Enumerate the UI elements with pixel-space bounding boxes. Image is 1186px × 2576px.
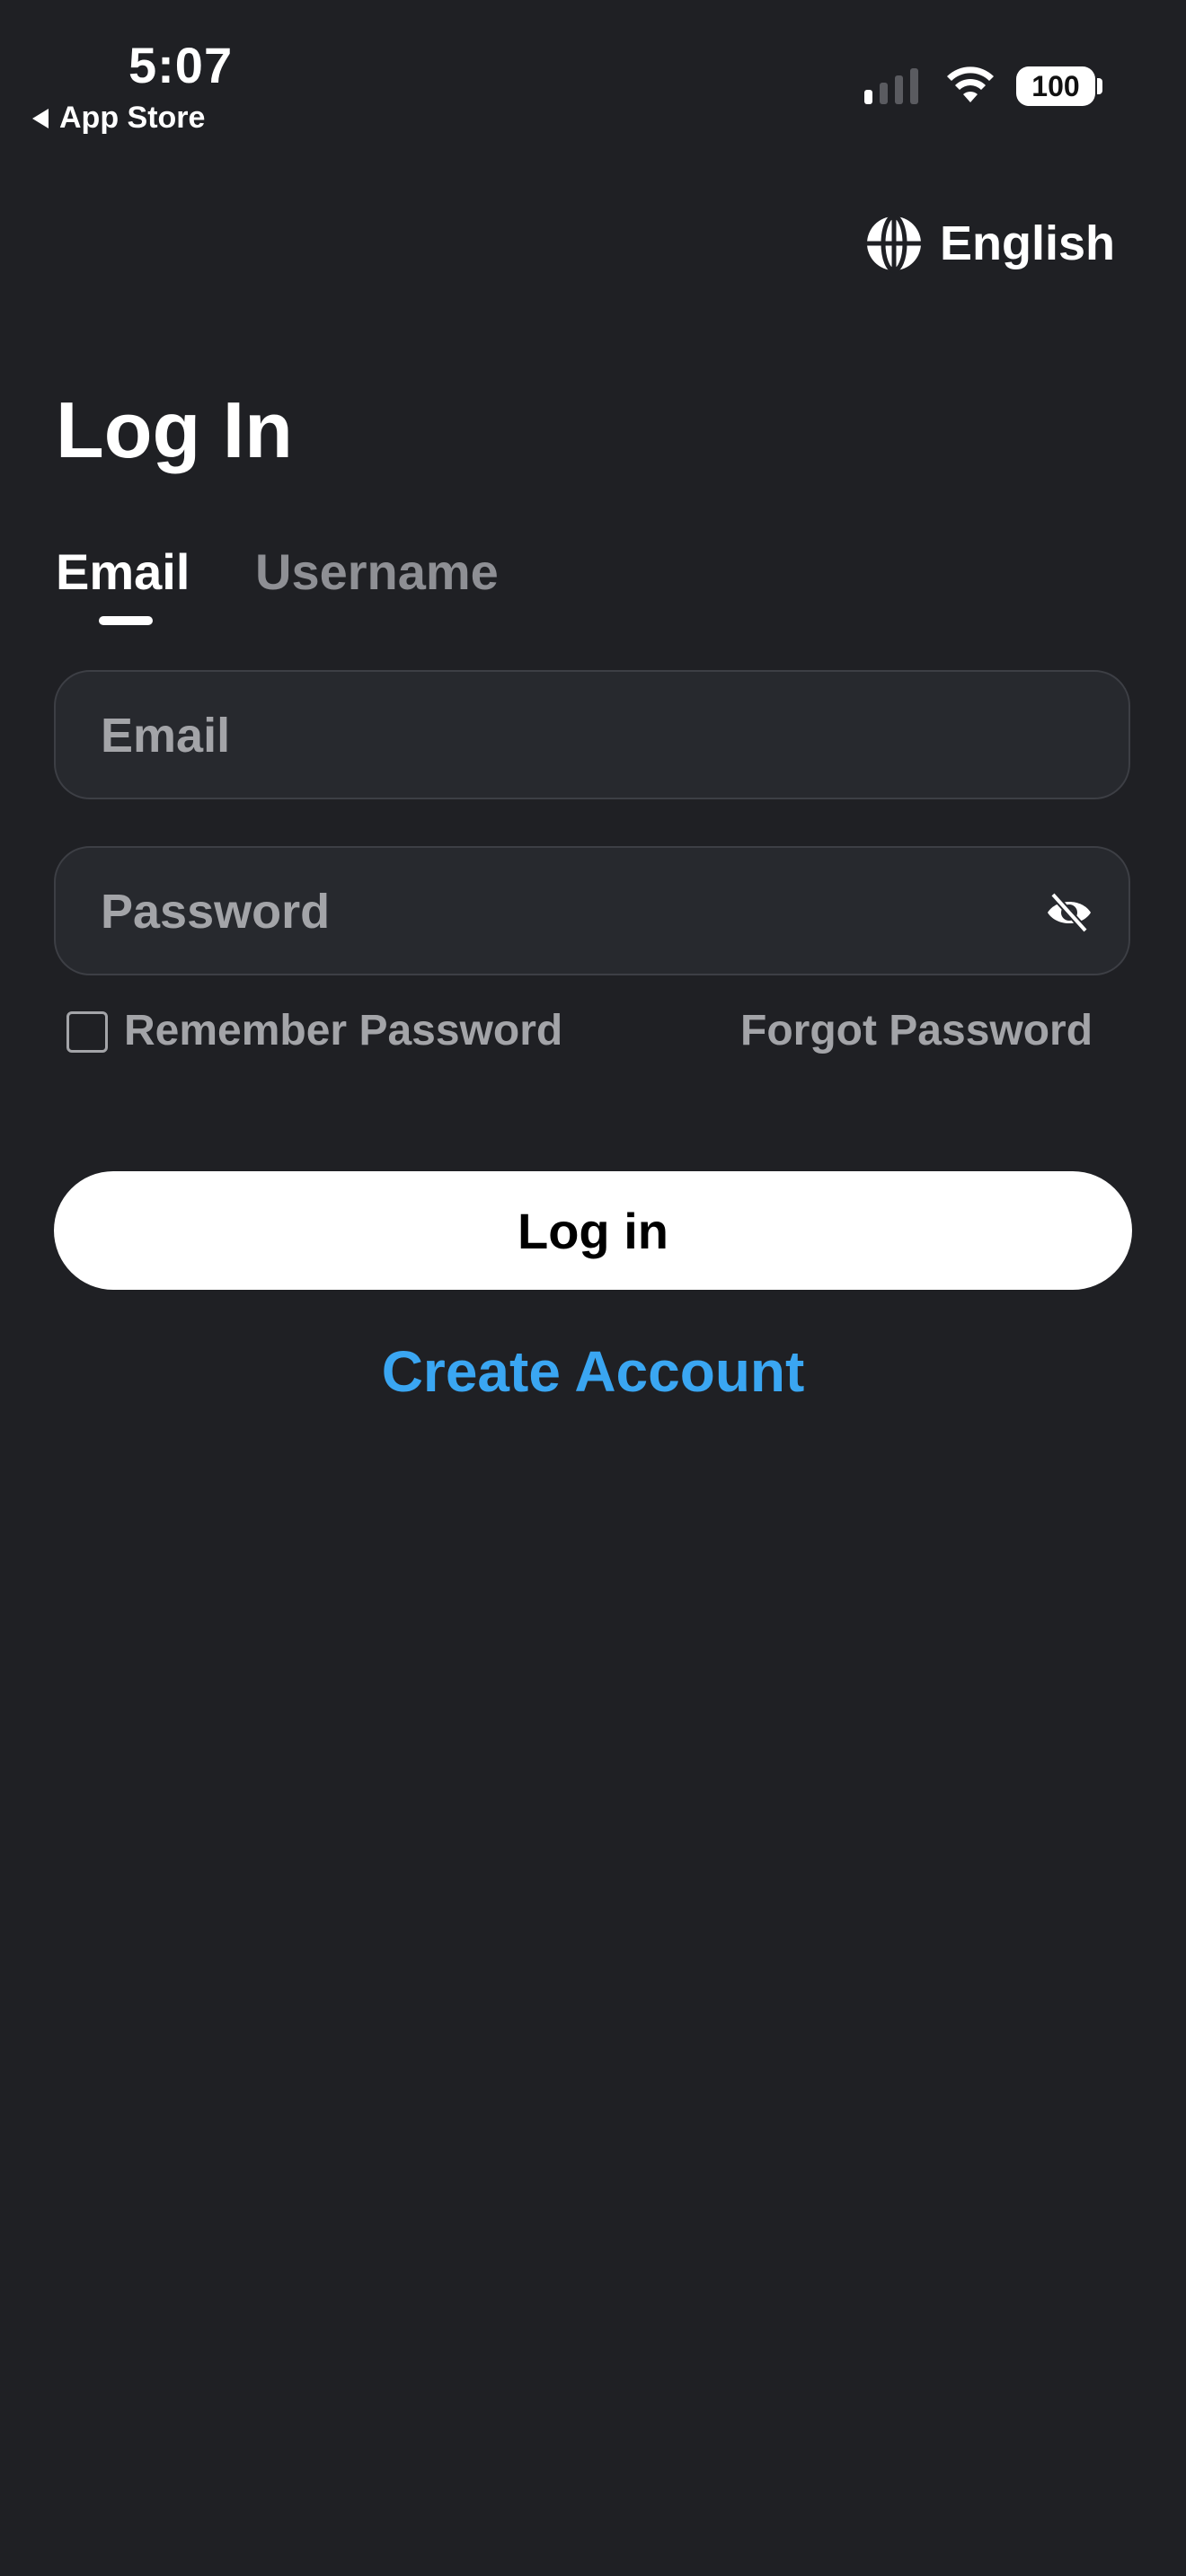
remember-password-label[interactable]: Remember Password — [124, 1006, 562, 1055]
email-input[interactable] — [99, 672, 1001, 799]
forgot-password-link[interactable]: Forgot Password — [740, 1006, 1093, 1055]
remember-password-checkbox[interactable] — [66, 1011, 108, 1053]
status-time: 5:07 — [128, 37, 234, 93]
cellular-signal-icon — [864, 68, 918, 104]
back-app-label: App Store — [59, 101, 206, 135]
login-button[interactable]: Log in — [54, 1171, 1132, 1290]
battery-indicator: 100 — [1016, 66, 1095, 106]
create-account-link[interactable]: Create Account — [0, 1338, 1186, 1405]
login-button-label: Log in — [518, 1202, 668, 1259]
tab-email[interactable]: Email — [56, 543, 190, 601]
language-selector[interactable]: English — [864, 214, 1115, 273]
page-title: Log In — [56, 385, 293, 474]
back-to-app-store-link[interactable]: App Store — [32, 101, 205, 136]
eye-off-icon[interactable] — [1044, 887, 1094, 938]
active-tab-indicator — [99, 616, 153, 625]
tab-username[interactable]: Username — [255, 543, 499, 601]
back-arrow-icon — [32, 108, 49, 128]
battery-nub — [1097, 78, 1102, 94]
password-input[interactable] — [99, 848, 1001, 975]
email-field-container — [54, 670, 1130, 799]
wifi-icon — [947, 66, 994, 102]
globe-icon — [867, 214, 921, 273]
password-field-container — [54, 846, 1130, 975]
language-label: English — [940, 216, 1116, 270]
